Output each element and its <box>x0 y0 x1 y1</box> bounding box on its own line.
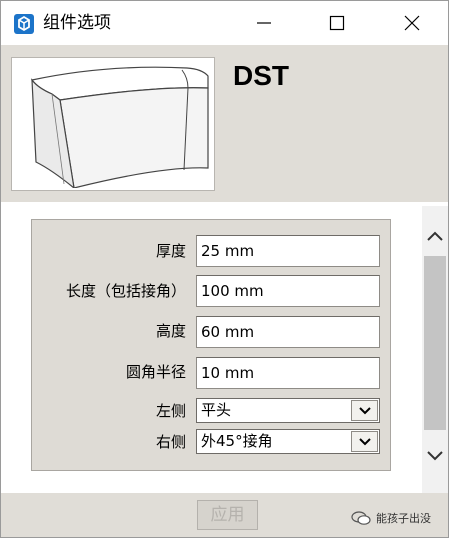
component-header: DST <box>1 45 448 202</box>
fillet-radius-field[interactable] <box>196 357 380 389</box>
component-preview-thumbnail <box>11 57 215 191</box>
options-scroll-area[interactable]: 厚度 长度（包括接角） 高度 圆角半径 左侧 平头 右侧 外45°接角 <box>1 206 448 493</box>
right-side-label: 右侧 <box>155 433 186 451</box>
height-field[interactable] <box>196 316 380 348</box>
chevron-down-icon <box>358 437 371 445</box>
left-side-select-value: 平头 <box>201 401 232 419</box>
length-field[interactable] <box>196 275 380 307</box>
chevron-up-icon <box>427 231 443 241</box>
length-label: 长度（包括接角） <box>65 282 186 300</box>
component-options-window: 组件选项 DST 厚度 25 mm 长度（包括接角） 100 mm 高度 60 … <box>0 0 449 538</box>
watermark-text: 能孩子出没 <box>376 512 431 525</box>
options-panel: 厚度 长度（包括接角） 高度 圆角半径 左侧 平头 右侧 外45°接角 <box>31 219 391 471</box>
component-name: DST <box>233 60 289 91</box>
apply-button[interactable]: 应用 <box>197 500 258 530</box>
dialog-footer: 应用 能孩子出没 <box>1 493 448 537</box>
height-label: 高度 <box>155 322 186 340</box>
fillet-radius-label: 圆角半径 <box>125 363 186 381</box>
close-button[interactable] <box>382 1 442 45</box>
right-side-dropdown-button[interactable] <box>351 431 378 452</box>
chevron-down-icon <box>427 451 443 461</box>
minimize-icon <box>257 22 271 24</box>
watermark: 能孩子出没 <box>351 510 431 526</box>
minimize-button[interactable] <box>234 1 294 45</box>
curb-stone-preview-image <box>30 66 209 190</box>
right-side-select[interactable]: 外45°接角 <box>196 429 380 454</box>
scroll-up-button[interactable] <box>422 212 448 260</box>
left-side-dropdown-button[interactable] <box>351 400 378 421</box>
window-title: 组件选项 <box>43 13 111 33</box>
thickness-field[interactable] <box>196 235 380 267</box>
wechat-icon <box>351 511 371 525</box>
scrollbar-thumb[interactable] <box>424 256 446 430</box>
right-side-select-value: 外45°接角 <box>201 432 273 450</box>
scroll-down-button[interactable] <box>422 432 448 480</box>
sketchup-logo-icon <box>13 13 35 35</box>
maximize-button[interactable] <box>307 1 367 45</box>
thickness-label: 厚度 <box>155 242 186 260</box>
left-side-select[interactable]: 平头 <box>196 398 380 423</box>
title-bar: 组件选项 <box>1 1 448 45</box>
vertical-scrollbar[interactable] <box>422 206 448 493</box>
close-icon <box>404 15 420 31</box>
chevron-down-icon <box>358 406 371 414</box>
left-side-label: 左侧 <box>155 402 186 420</box>
maximize-icon <box>329 15 345 31</box>
